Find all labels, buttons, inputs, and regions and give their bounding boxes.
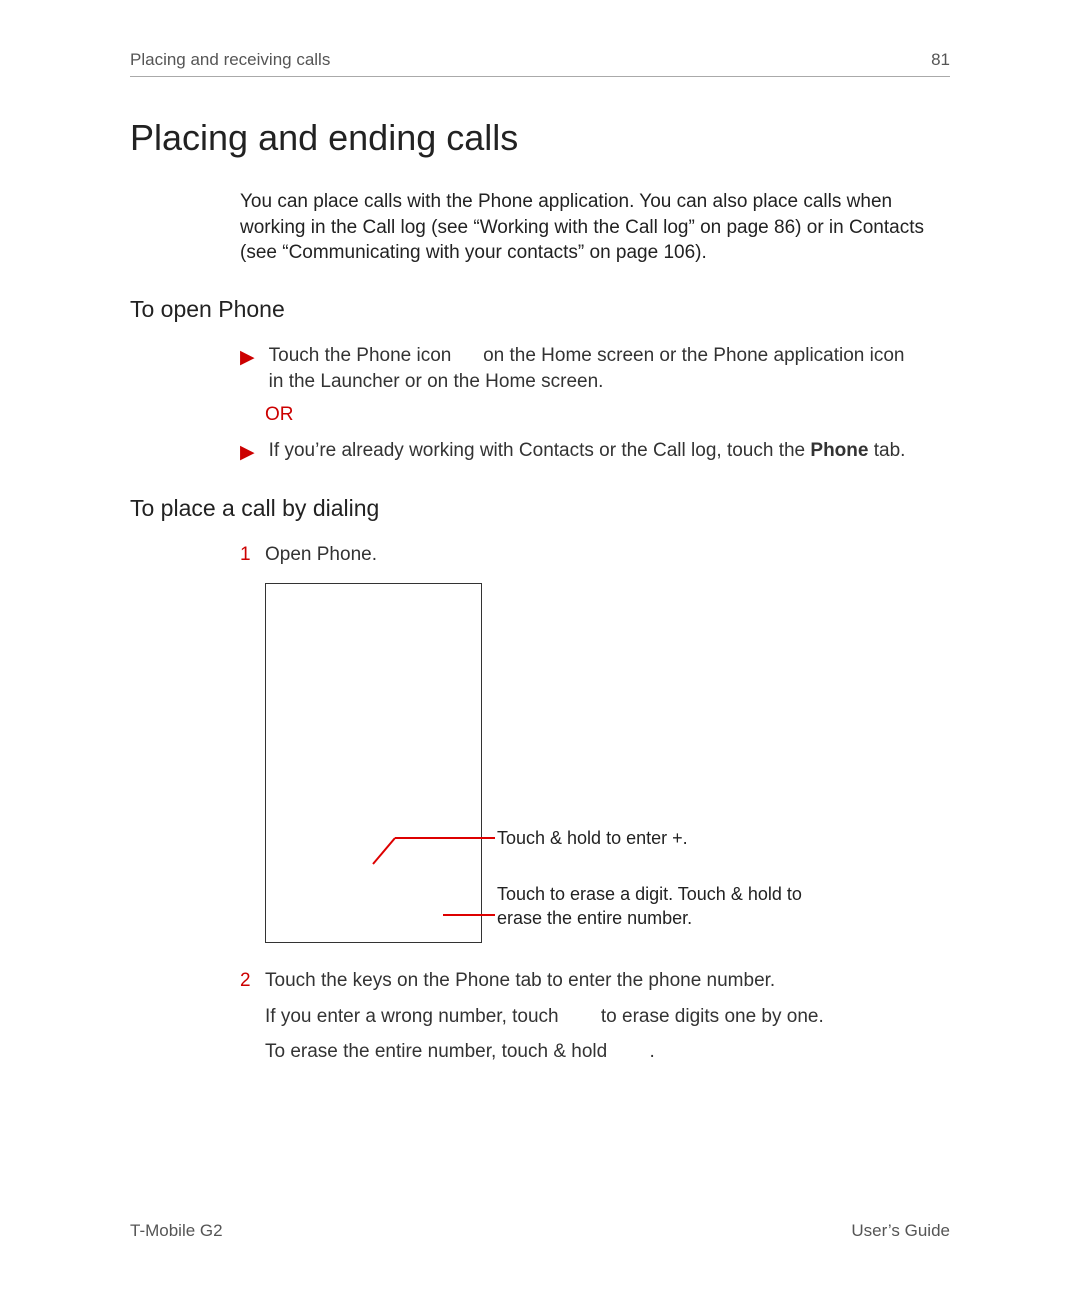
subheading-open-phone: To open Phone (130, 296, 950, 323)
bullet2-text-a: If you’re already working with Contacts … (269, 440, 811, 461)
page-header: Placing and receiving calls 81 (130, 50, 950, 77)
bullet1-text-c: in the Launcher or on the Home screen. (269, 371, 604, 392)
step-2-line-a: Touch the keys on the Phone tab to enter… (265, 968, 950, 994)
intro-paragraph: You can place calls with the Phone appli… (240, 189, 950, 266)
or-separator: OR (265, 402, 950, 428)
phone-home-icon-placeholder (457, 345, 478, 366)
step-number-1: 1 (240, 542, 265, 568)
page-title: Placing and ending calls (130, 117, 950, 159)
footer-right: User’s Guide (851, 1221, 950, 1241)
step-1: 1 Open Phone. (240, 542, 950, 568)
subheading-dialing: To place a call by dialing (130, 495, 950, 522)
triangle-bullet-icon: ▶ (240, 345, 255, 371)
step-2: 2 Touch the keys on the Phone tab to ent… (240, 968, 950, 1065)
header-page-number: 81 (931, 50, 950, 70)
step-2-line-b: If you enter a wrong number, touch to er… (265, 1004, 950, 1030)
erase-icon-placeholder (564, 1006, 596, 1027)
callout-lines-svg (265, 583, 485, 943)
bullet2-text-b: tab. (868, 440, 905, 461)
step-number-2: 2 (240, 968, 265, 994)
bullet1-text-a: Touch the Phone icon (269, 345, 457, 366)
page-footer: T-Mobile G2 User’s Guide (130, 1221, 950, 1241)
phone-app-icon-placeholder (910, 345, 931, 366)
erase-icon-placeholder-2 (613, 1041, 645, 1062)
bullet1-text-b: on the Home screen or the Phone applicat… (483, 345, 910, 366)
footer-left: T-Mobile G2 (130, 1221, 223, 1241)
bullet-open-phone-2: ▶ If you’re already working with Contact… (240, 438, 950, 466)
phone-tab-label: Phone (810, 440, 868, 461)
bullet-open-phone-1: ▶ Touch the Phone icon on the Home scree… (240, 343, 950, 394)
callout-erase-digit: Touch to erase a digit. Touch & hold to … (497, 883, 827, 930)
callout-enter-plus: Touch & hold to enter +. (497, 827, 827, 850)
step-1-text: Open Phone. (265, 542, 950, 568)
triangle-bullet-icon: ▶ (240, 440, 255, 466)
phone-dialer-figure: Touch & hold to enter +. Touch to erase … (265, 583, 950, 943)
step-2-line-c: To erase the entire number, touch & hold… (265, 1039, 950, 1065)
header-section-name: Placing and receiving calls (130, 50, 330, 70)
